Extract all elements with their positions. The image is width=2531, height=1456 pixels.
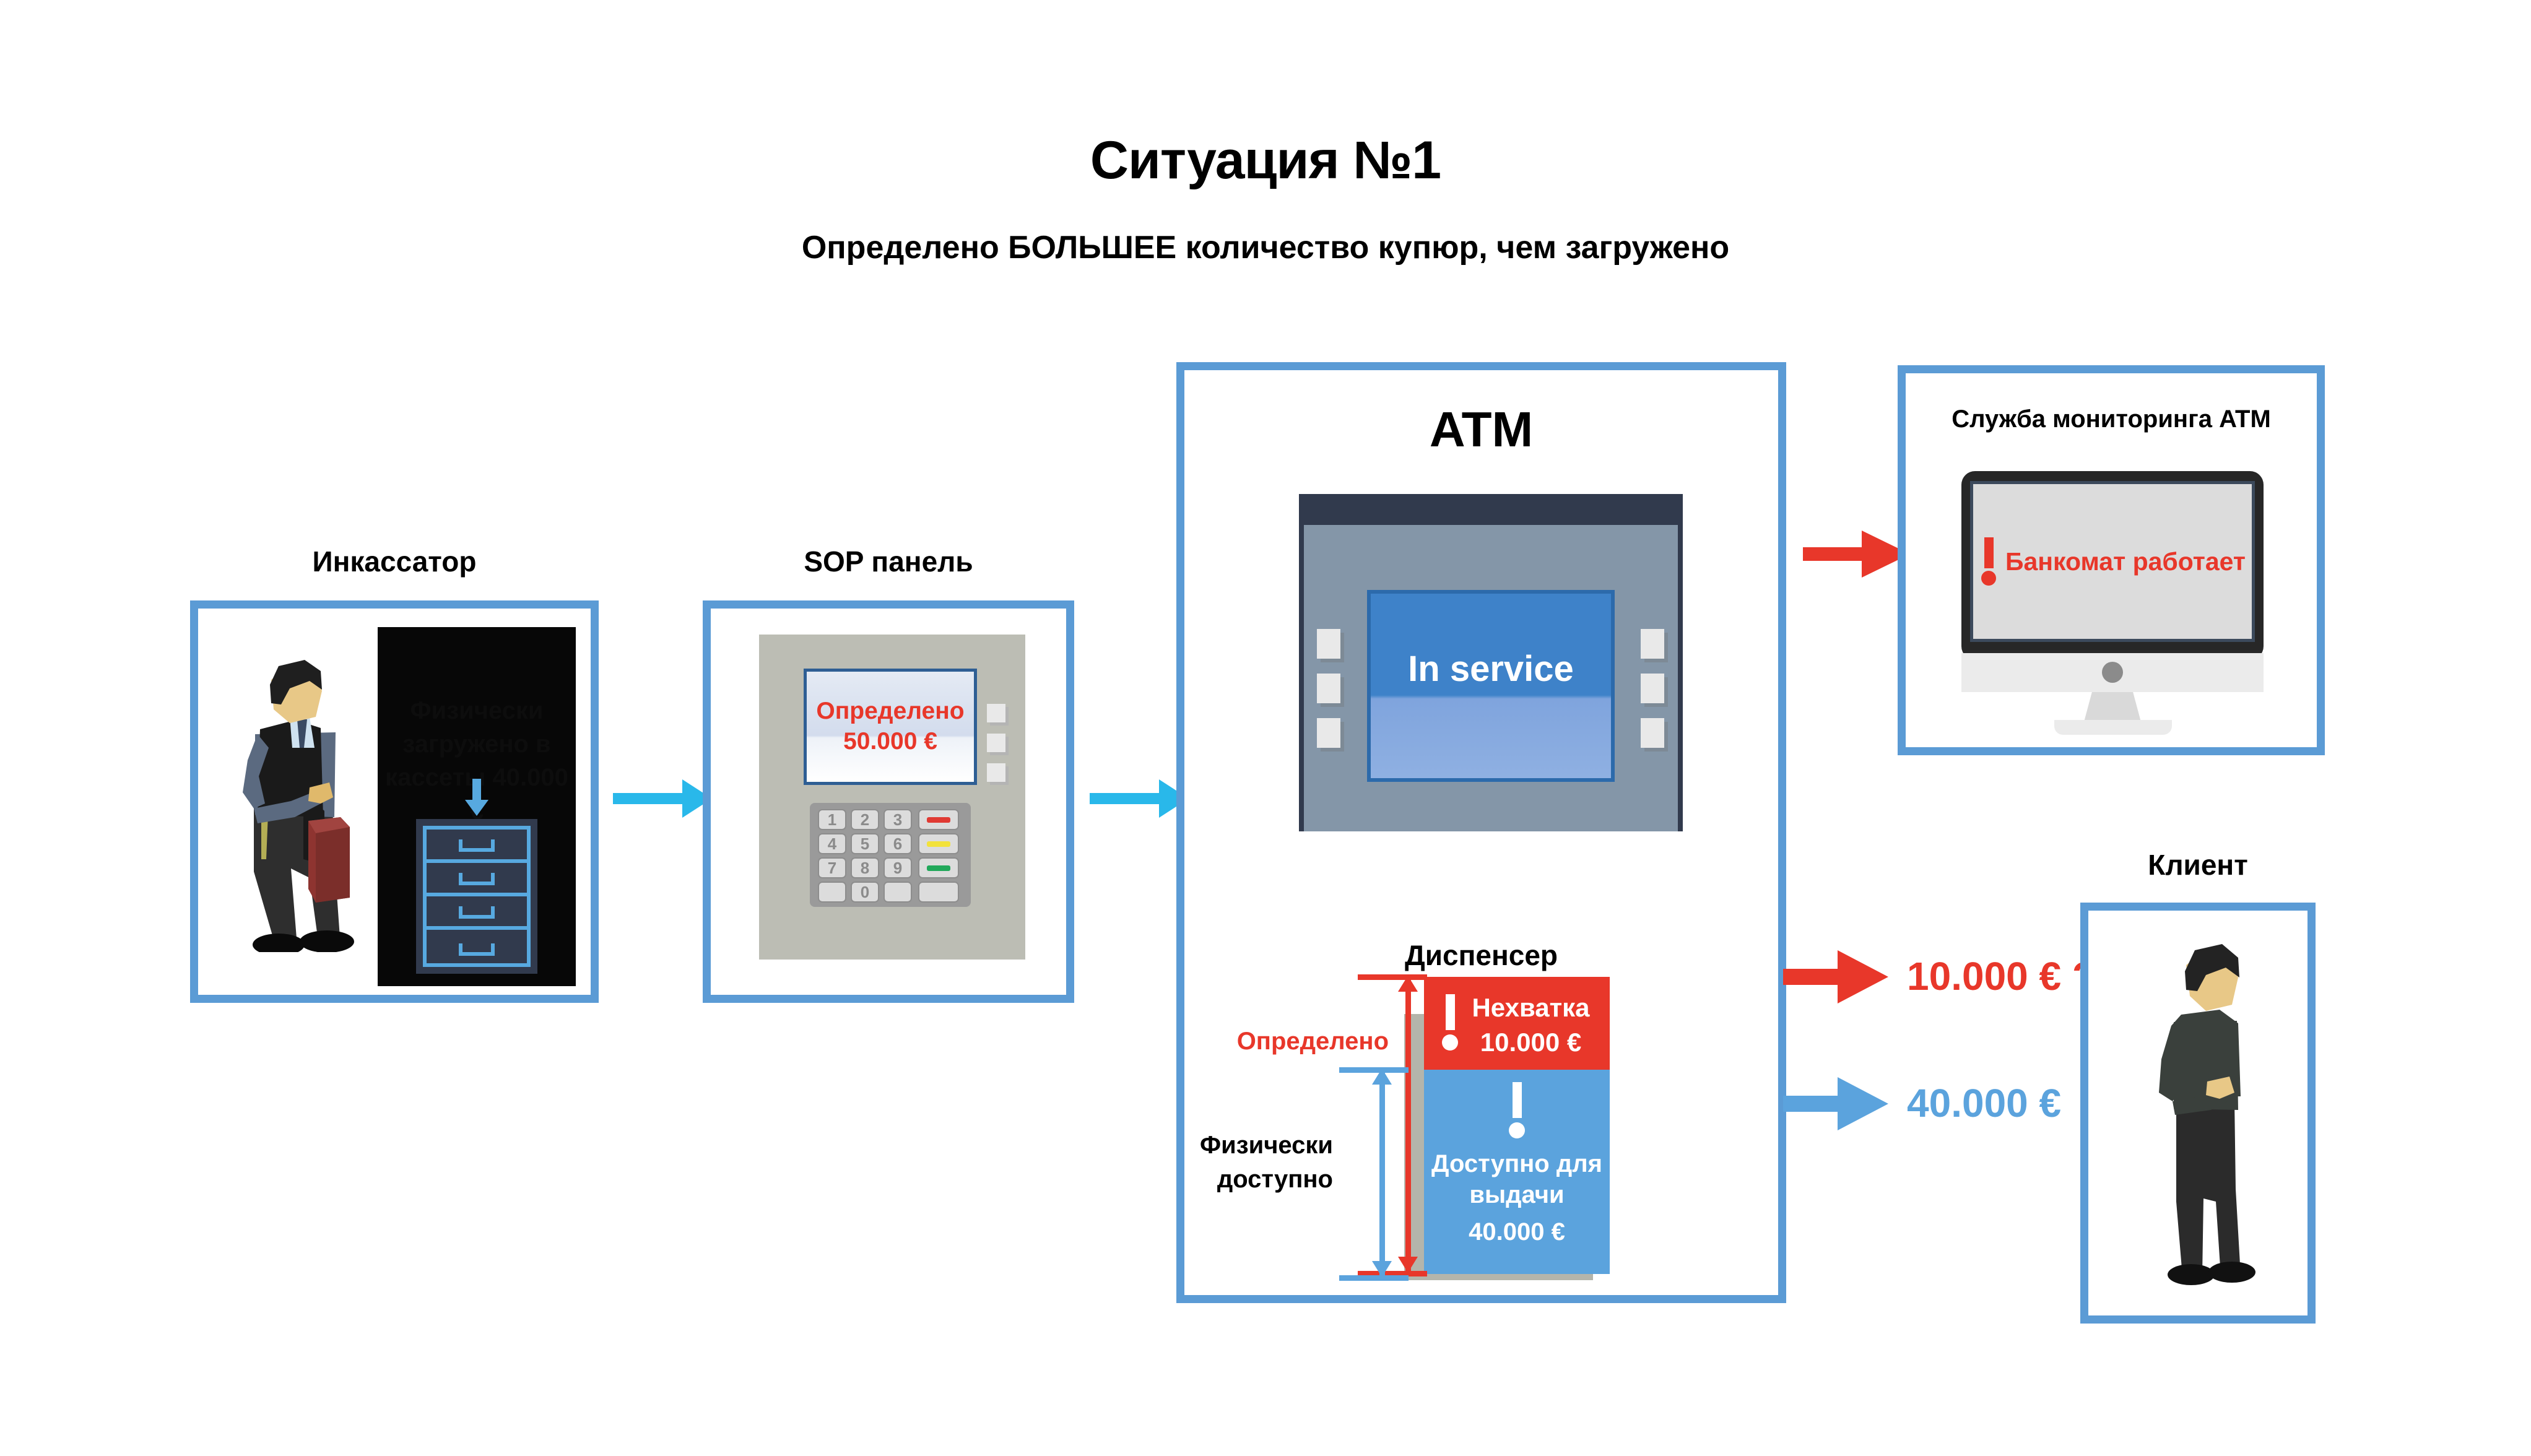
- keypad-key-blank-left[interactable]: [818, 882, 846, 903]
- sop-panel-label: SOP панель: [804, 545, 973, 578]
- atm-side-button-left[interactable]: [1317, 674, 1340, 703]
- keypad-key-clear[interactable]: [918, 833, 959, 854]
- dim-physical-label-line2: доступно: [1217, 1166, 1333, 1193]
- keypad-key-6[interactable]: 6: [883, 833, 912, 854]
- monitor-stand-base: [2054, 720, 2172, 735]
- page-subtitle: Определено БОЛЬШЕЕ количество купюр, чем…: [801, 230, 1730, 266]
- dim-physical-label-line1: Физически: [1200, 1132, 1333, 1159]
- keypad-key-7[interactable]: 7: [818, 857, 846, 878]
- dispenser-available-title-line2: выдачи: [1469, 1181, 1565, 1208]
- dispenser-shortage-title: Нехватка: [1472, 993, 1590, 1022]
- monitor-bezel: Банкомат работает: [1961, 471, 2264, 660]
- exclamation-icon: [1509, 1082, 1525, 1138]
- keypad-key-5[interactable]: 5: [851, 833, 879, 854]
- sop-device-body: Определено 50.000 € 1 2 3 4 5 6 7 8 9 0: [759, 635, 1025, 960]
- sop-panel: Определено 50.000 € 1 2 3 4 5 6 7 8 9 0: [703, 600, 1074, 1003]
- client-figure: [2159, 944, 2255, 1285]
- dispenser-available-title-line1: Доступно для: [1431, 1150, 1602, 1177]
- atm-side-button-right[interactable]: [1641, 674, 1664, 703]
- keypad-key-2[interactable]: 2: [851, 809, 879, 830]
- keypad-key-blank-fn[interactable]: [918, 882, 959, 903]
- client-panel-label: Клиент: [2148, 849, 2248, 881]
- cassette-drawer: [427, 896, 527, 930]
- cassette-drawer: [427, 930, 527, 963]
- exclamation-icon: [1981, 537, 1996, 586]
- arrow-shortage-callout: [1783, 950, 1901, 1003]
- dispenser-shortage-amount: 10.000 €: [1480, 1028, 1582, 1057]
- courier-panel: Физически загружено в кассеты 40.000 €: [190, 600, 599, 1003]
- keypad-key-1[interactable]: 1: [818, 809, 846, 830]
- shortage-callout-amount: 10.000 € ?: [1907, 954, 2096, 999]
- sop-screen-line2: 50.000 €: [843, 728, 937, 755]
- keypad-key-8[interactable]: 8: [851, 857, 879, 878]
- dim-determined-arrowhead-bottom: [1398, 1257, 1418, 1273]
- keypad-key-enter[interactable]: [918, 857, 959, 878]
- arrow-dispensed-callout: [1783, 1077, 1901, 1130]
- courier-figure: [243, 660, 354, 952]
- monitor-screen: Банкомат работает: [1970, 481, 2255, 642]
- client-panel: [2080, 903, 2316, 1324]
- sop-side-button[interactable]: [987, 763, 1005, 782]
- dispenser-label: Диспенсер: [1404, 939, 1558, 971]
- atm-side-button-left[interactable]: [1317, 629, 1340, 659]
- monitoring-panel: Служба мониторинга ATM Банкомат работает: [1898, 365, 2325, 755]
- sop-side-button[interactable]: [987, 734, 1005, 752]
- keypad-key-4[interactable]: 4: [818, 833, 846, 854]
- keypad-key-cancel[interactable]: [918, 809, 959, 830]
- page-title: Ситуация №1: [1090, 131, 1441, 190]
- atm-panel-label: ATM: [1429, 402, 1534, 457]
- dim-determined-line: [1405, 980, 1411, 1271]
- atm-panel: ATM In service Диспенсер Нехватка 10.000…: [1176, 362, 1786, 1303]
- dispenser-available-block: Доступно для выдачи 40.000 €: [1424, 1070, 1610, 1274]
- atm-side-button-right[interactable]: [1641, 718, 1664, 748]
- monitor-power-dot: [2102, 662, 2123, 683]
- load-arrow-icon: [465, 779, 488, 816]
- cassette-drawer: [427, 863, 527, 896]
- exclamation-icon: [1442, 994, 1458, 1051]
- dim-determined-arrowhead-top: [1398, 976, 1418, 992]
- monitor-stand-neck: [2084, 692, 2141, 722]
- monitor-alert-text: Банкомат работает: [2005, 547, 2246, 576]
- atm-screen-status: In service: [1408, 649, 1574, 689]
- sop-screen: Определено 50.000 €: [804, 669, 977, 785]
- keypad-key-0[interactable]: 0: [851, 882, 879, 903]
- atm-side-button-left[interactable]: [1317, 718, 1340, 748]
- dispensed-callout-amount: 40.000 €: [1907, 1081, 2062, 1125]
- atm-side-button-right[interactable]: [1641, 629, 1664, 659]
- sop-side-button[interactable]: [987, 704, 1005, 722]
- dispenser-available-amount: 40.000 €: [1469, 1218, 1565, 1246]
- dim-physical-arrowhead-top: [1372, 1068, 1392, 1085]
- dispenser-shortage-block: Нехватка 10.000 €: [1424, 977, 1610, 1070]
- keypad-key-blank-right[interactable]: [883, 882, 912, 903]
- courier-panel-label: Инкассатор: [312, 545, 477, 578]
- dim-determined-label: Определено: [1236, 1028, 1389, 1055]
- keypad-key-3[interactable]: 3: [883, 809, 912, 830]
- dim-physical-arrowhead-bottom: [1372, 1261, 1392, 1277]
- keypad-key-9[interactable]: 9: [883, 857, 912, 878]
- cassette-cabinet: [416, 819, 537, 974]
- cassette-drawer: [427, 830, 527, 863]
- monitoring-panel-label: Служба мониторинга ATM: [1951, 405, 2271, 433]
- sop-keypad[interactable]: 1 2 3 4 5 6 7 8 9 0: [810, 803, 971, 907]
- atm-screen: In service: [1367, 590, 1615, 782]
- dim-physical-line: [1379, 1073, 1385, 1276]
- safe-interior: Физически загружено в кассеты 40.000 €: [378, 627, 576, 986]
- sop-screen-line1: Определено: [816, 698, 965, 725]
